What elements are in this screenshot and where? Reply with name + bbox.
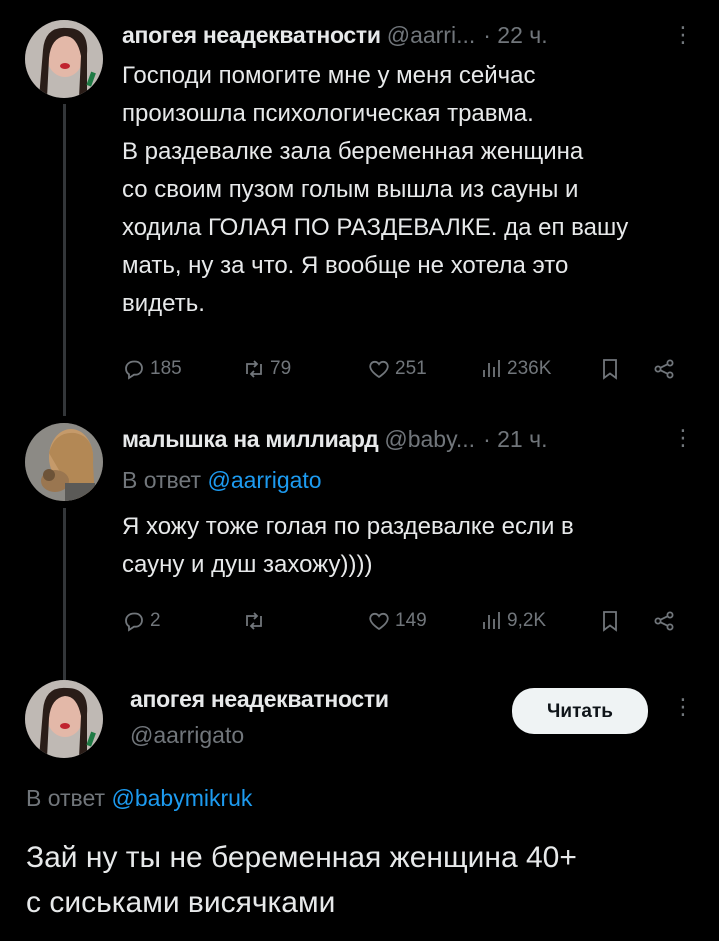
views-button[interactable]: 9,2K [479, 609, 546, 633]
reply-mention-link[interactable]: @babymikruk [111, 785, 252, 811]
like-count: 251 [395, 358, 427, 379]
heart-icon [369, 360, 389, 379]
like-count: 149 [395, 610, 427, 631]
share-button[interactable] [652, 609, 676, 633]
timestamp[interactable]: · 21 ч. [483, 426, 547, 453]
share-icon [654, 359, 674, 379]
thread-line [63, 104, 66, 416]
tweet-text-line: ходила ГОЛАЯ ПО РАЗДЕВАЛКЕ. да еп вашу [122, 214, 629, 241]
action-bar: 185 79 251 236K [122, 354, 687, 384]
tweet-text-line: видеть. [122, 290, 205, 317]
tweet-text-line: произошла психологическая травма. [122, 100, 534, 127]
avatar[interactable] [25, 20, 103, 98]
follow-button[interactable]: Читать [512, 688, 648, 734]
tweet-text-line: мать, ну за что. Я вообще не хотела это [122, 252, 569, 279]
more-options-icon[interactable]: ⋮ [672, 24, 694, 46]
author-name[interactable]: апогея неадекватности [122, 22, 381, 49]
views-button[interactable]: 236K [479, 357, 551, 381]
tweet-text: Господи помогите мне у меня сейчас произ… [122, 57, 702, 323]
bookmark-icon [603, 611, 617, 632]
heart-icon [369, 612, 389, 631]
author-handle[interactable]: @aarri... [387, 22, 476, 49]
author-name[interactable]: малышка на миллиард [122, 426, 379, 453]
reply-button[interactable]: 185 [122, 357, 182, 381]
tweet-text-line: сауну и душ захожу)))) [122, 551, 373, 578]
bookmark-button[interactable] [598, 609, 622, 633]
retweet-icon [246, 360, 262, 378]
reply-mention-link[interactable]: @aarrigato [207, 467, 321, 493]
share-button[interactable] [652, 357, 676, 381]
analytics-icon [483, 612, 500, 629]
author-handle[interactable]: @baby... [384, 426, 475, 453]
tweet-text-line: Я хожу тоже голая по раздевалке если в [122, 513, 574, 540]
bookmark-button[interactable] [598, 357, 622, 381]
tweet-text-line: с сиськами висячками [26, 886, 336, 919]
share-icon [654, 611, 674, 631]
avatar[interactable] [25, 423, 103, 501]
more-options-icon[interactable]: ⋮ [672, 696, 694, 718]
retweet-button[interactable]: 79 [242, 357, 291, 381]
retweet-icon [246, 612, 262, 630]
reply-button[interactable]: 2 [122, 609, 161, 633]
thread-line [63, 508, 66, 684]
reply-count: 2 [150, 610, 161, 631]
views-count: 236K [507, 358, 552, 379]
bookmark-icon [603, 359, 617, 380]
like-button[interactable]: 251 [367, 357, 427, 381]
action-bar: 2 149 9,2K [122, 606, 687, 636]
tweet-text-line: со своим пузом голым вышла из сауны и [122, 176, 579, 203]
timestamp[interactable]: · 22 ч. [483, 22, 547, 49]
reply-prefix: В ответ [26, 785, 106, 811]
tweet-text: Я хожу тоже голая по раздевалке если в с… [122, 508, 702, 584]
like-button[interactable]: 149 [367, 609, 427, 633]
tweet-text-line: Господи помогите мне у меня сейчас [122, 62, 536, 89]
author-handle[interactable]: @aarrigato [130, 719, 244, 751]
reply-icon [125, 360, 143, 380]
retweet-button[interactable] [242, 609, 270, 633]
tweet-text-line: Зай ну ты не беременная женщина 40+ [26, 841, 577, 874]
retweet-count: 79 [270, 358, 292, 379]
reply-icon [125, 612, 143, 632]
tweet-text: Зай ну ты не беременная женщина 40+ с си… [26, 835, 706, 925]
tweet-text-line: В раздевалке зала беременная женщина [122, 138, 584, 165]
avatar[interactable] [25, 680, 103, 758]
reply-prefix: В ответ [122, 467, 202, 493]
analytics-icon [483, 360, 500, 377]
author-name[interactable]: апогея неадекватности [130, 682, 389, 716]
more-options-icon[interactable]: ⋮ [672, 427, 694, 449]
views-count: 9,2K [507, 610, 547, 631]
reply-count: 185 [150, 358, 182, 379]
